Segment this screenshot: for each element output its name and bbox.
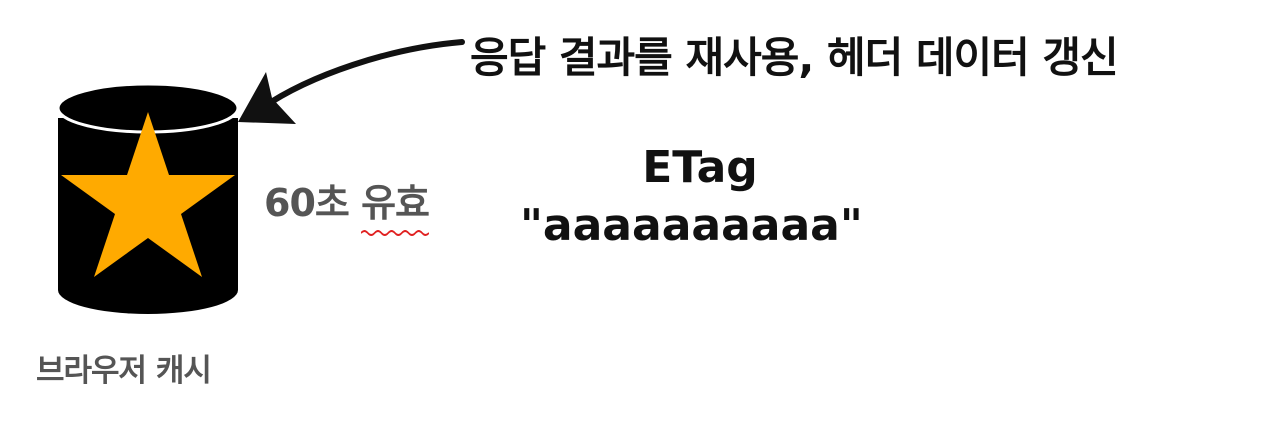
arrow-shaft [259,39,465,111]
validity-status: 유효 [361,181,430,225]
arrow-head-icon [238,72,296,124]
etag-title: ETag [642,142,758,193]
validity-status-wrapper: 유효 [361,172,430,236]
validity-seconds: 60초 [264,181,350,225]
spellcheck-underline [361,230,429,236]
validity-label: 60초 유효 [264,172,430,236]
etag-value: "aaaaaaaaaa" [520,200,863,251]
browser-cache-label: 브라우저 캐시 [36,353,212,389]
reuse-annotation: 응답 결과를 재사용, 헤더 데이터 갱신 [470,33,1119,82]
reuse-arrow [238,39,465,124]
